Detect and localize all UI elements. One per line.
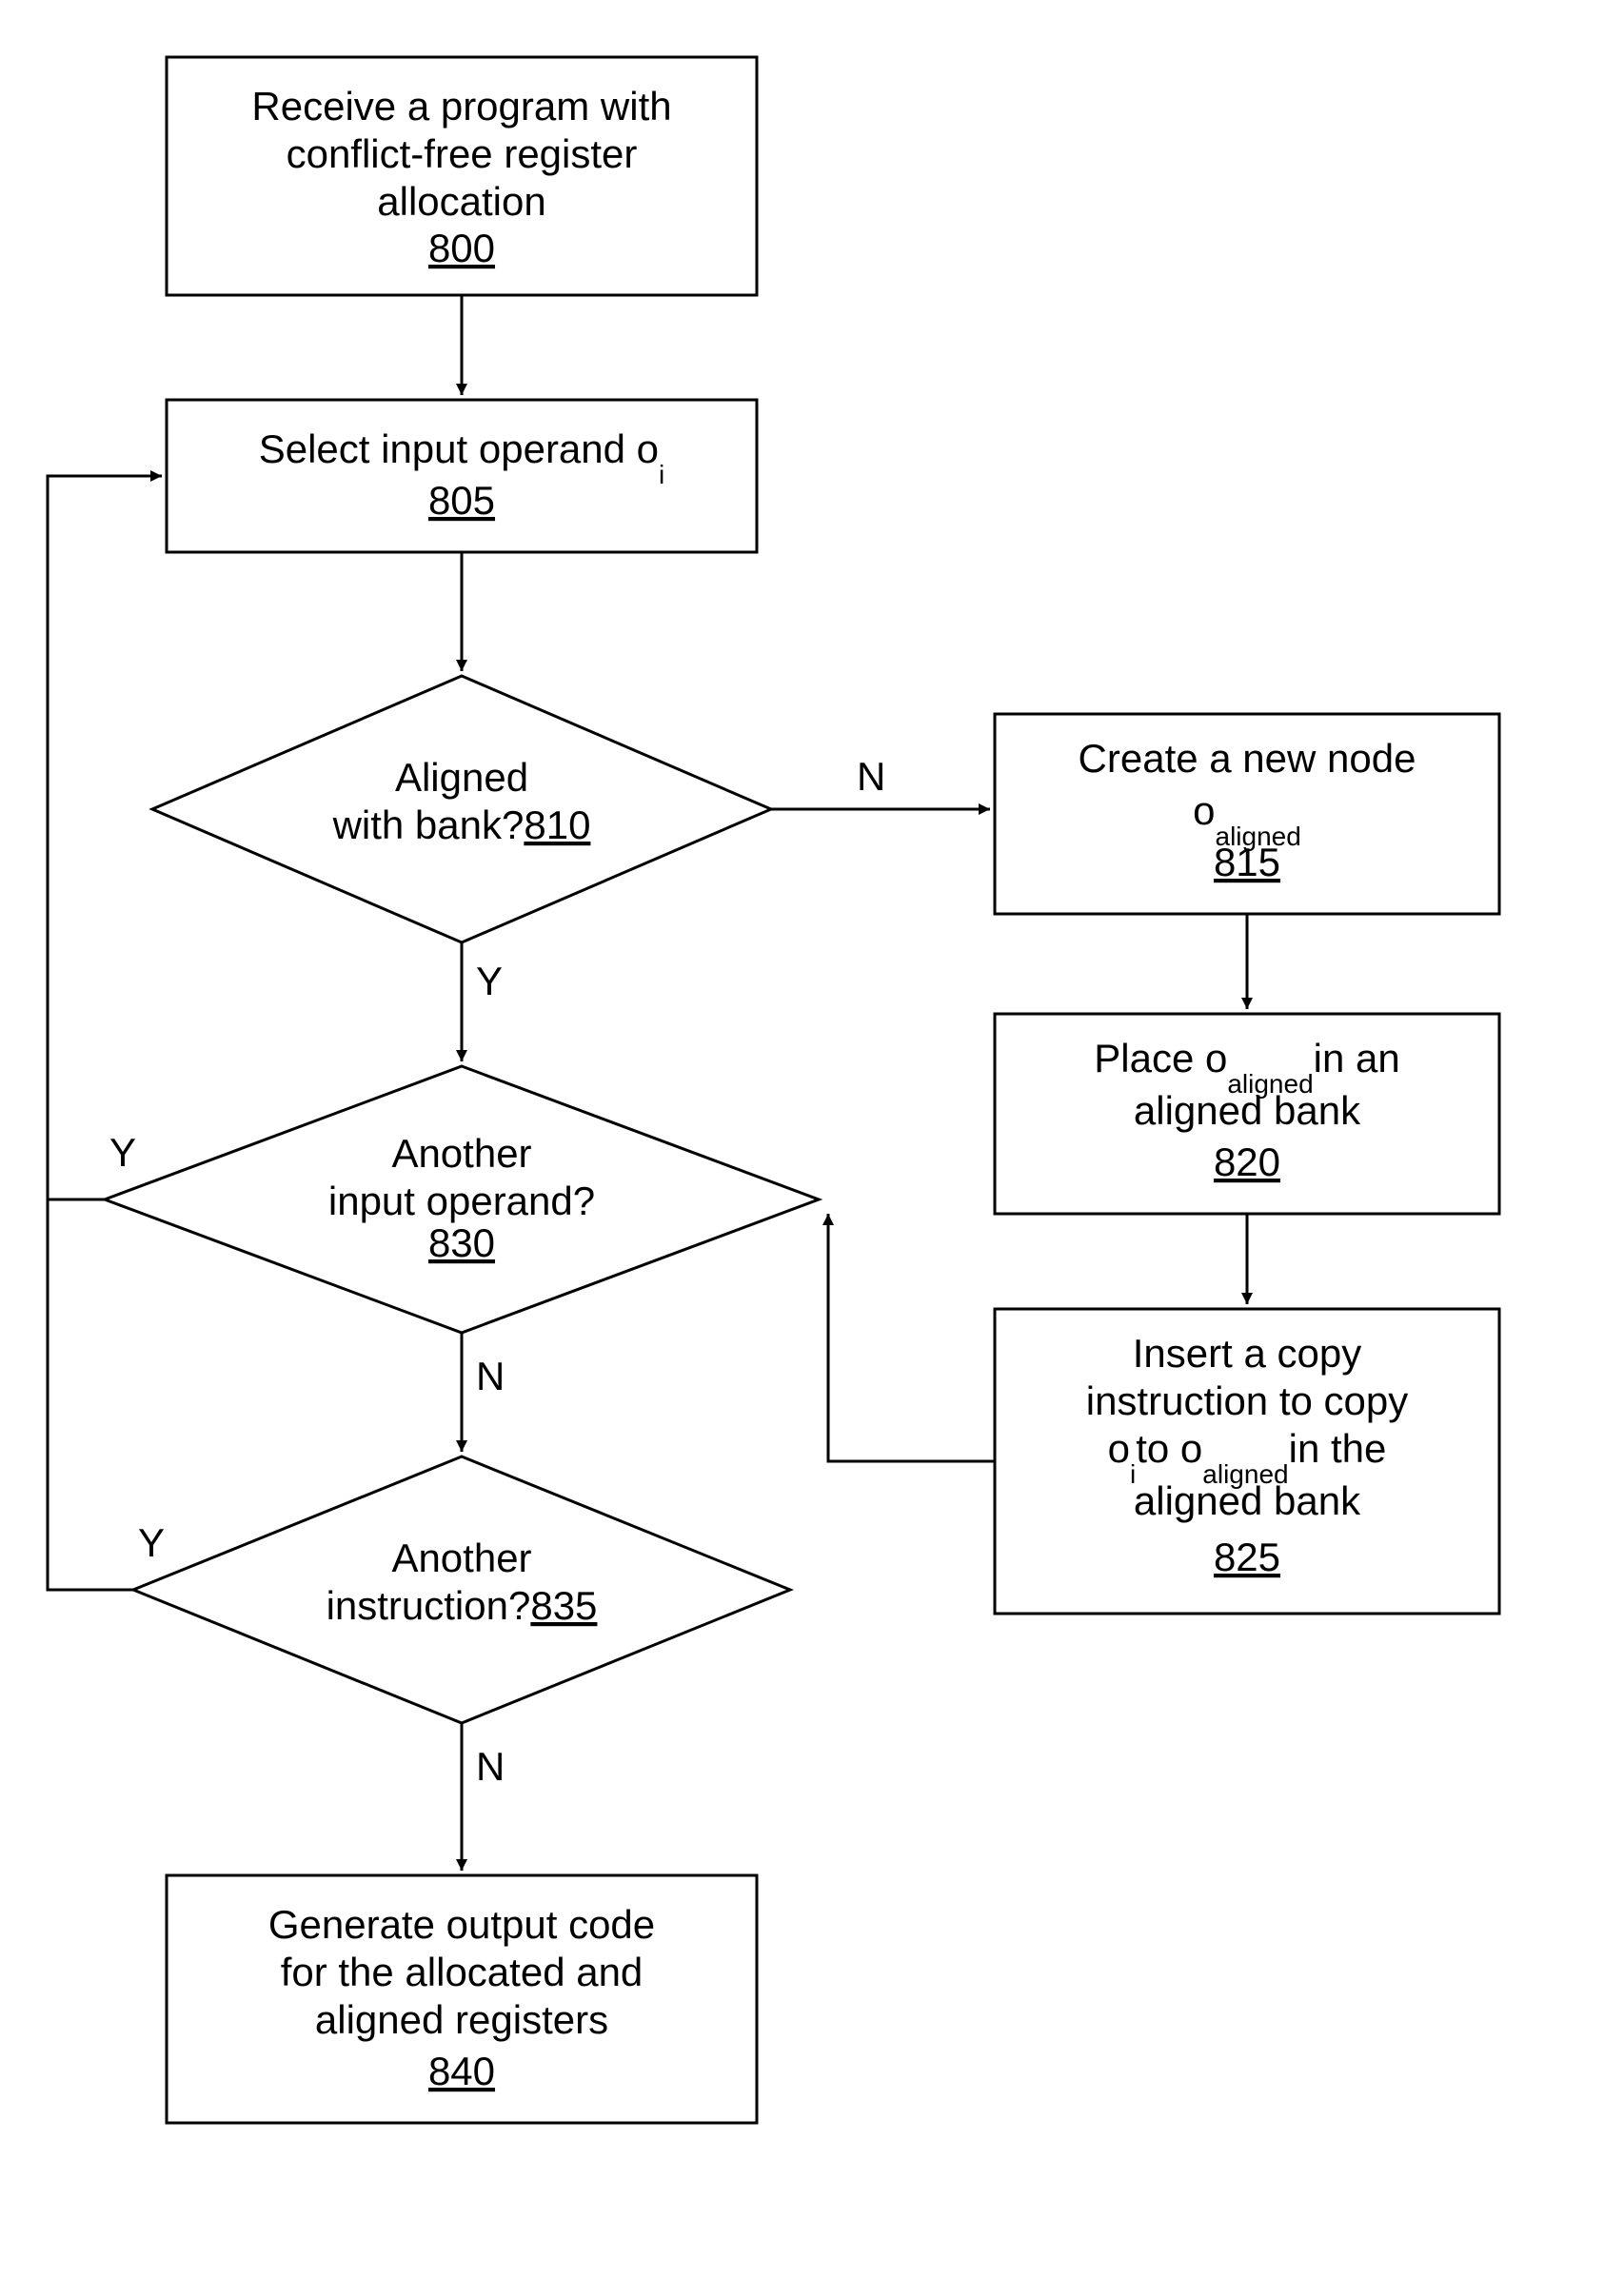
node-840: Generate output code for the allocated a… xyxy=(167,1875,757,2123)
node-800-line2: conflict-free register xyxy=(287,131,638,176)
node-830: Another input operand? 830 xyxy=(105,1066,819,1333)
label-810-Y: Y xyxy=(476,959,503,1003)
node-810: Aligned with bank?810 xyxy=(152,676,771,942)
label-810-N: N xyxy=(857,754,885,799)
edge-835-805 xyxy=(48,1199,133,1590)
label-835-N: N xyxy=(476,1744,505,1789)
node-820: Place oalignedin an aligned bank 820 xyxy=(995,1014,1499,1214)
label-835-Y: Y xyxy=(138,1520,165,1565)
node-810-line2: with bank?810 xyxy=(332,803,591,847)
node-800-line3: allocation xyxy=(377,179,545,224)
label-830-N: N xyxy=(476,1354,505,1398)
node-840-line3: aligned registers xyxy=(315,1997,608,2042)
node-830-line2: input operand? xyxy=(328,1179,595,1223)
node-820-ref: 820 xyxy=(1214,1140,1280,1184)
node-830-line1: Another xyxy=(391,1131,531,1176)
node-815-line1: Create a new node xyxy=(1079,736,1416,781)
node-810-line1: Aligned xyxy=(395,755,528,800)
node-800: Receive a program with conflict-free reg… xyxy=(167,57,757,295)
node-840-line2: for the allocated and xyxy=(281,1950,644,1994)
node-820-line2: aligned bank xyxy=(1134,1088,1361,1133)
node-825-line4: aligned bank xyxy=(1134,1478,1361,1523)
node-805-ref: 805 xyxy=(428,478,495,523)
edge-825-830 xyxy=(828,1214,995,1461)
node-835-line1: Another xyxy=(391,1536,531,1580)
node-840-ref: 840 xyxy=(428,2049,495,2093)
node-825: Insert a copy instruction to copy oito o… xyxy=(995,1309,1499,1614)
node-800-ref: 800 xyxy=(428,226,495,270)
flowchart-diagram: Receive a program with conflict-free reg… xyxy=(0,0,1624,2279)
node-825-line2: instruction to copy xyxy=(1086,1378,1409,1423)
edge-830-805 xyxy=(48,476,162,1199)
label-830-Y: Y xyxy=(109,1130,136,1175)
node-830-ref: 830 xyxy=(428,1220,495,1265)
node-805: Select input operand oi 805 xyxy=(167,400,757,552)
node-815: Create a new node oaligned 815 xyxy=(995,714,1499,914)
node-800-line1: Receive a program with xyxy=(251,84,671,129)
node-840-line1: Generate output code xyxy=(268,1902,655,1947)
node-825-ref: 825 xyxy=(1214,1535,1280,1579)
node-835: Another instruction?835 xyxy=(133,1457,790,1723)
node-815-ref: 815 xyxy=(1214,840,1280,884)
node-825-line1: Insert a copy xyxy=(1133,1331,1361,1376)
node-835-line2: instruction?835 xyxy=(327,1583,598,1628)
